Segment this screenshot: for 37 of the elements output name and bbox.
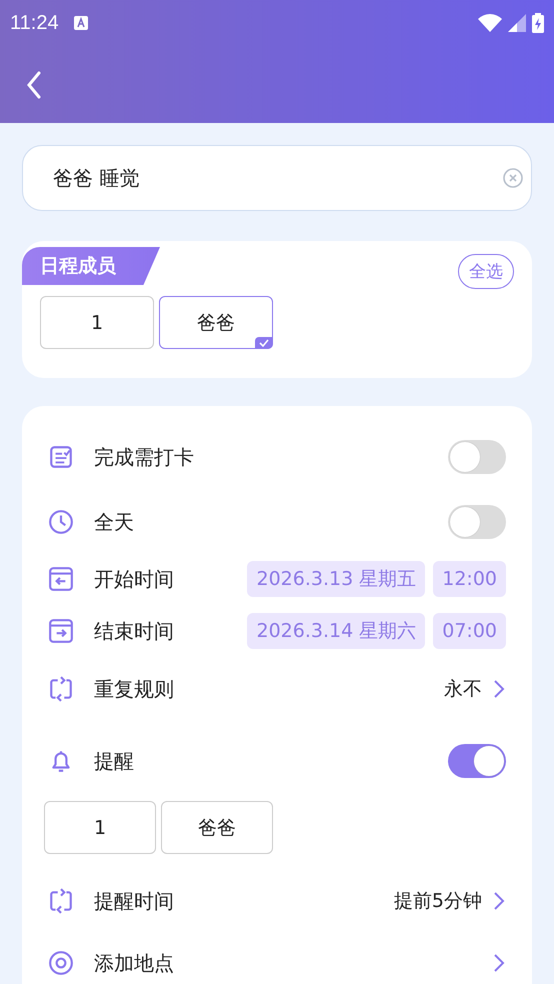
setting-label: 完成需打卡 xyxy=(94,444,194,470)
repeat-icon xyxy=(48,676,74,702)
toggle-switch[interactable] xyxy=(448,744,506,778)
member-chip[interactable]: 爸爸 xyxy=(161,801,273,854)
setting-label: 开始时间 xyxy=(94,566,174,592)
member-chip[interactable]: 1 xyxy=(40,296,154,349)
value-link[interactable] xyxy=(492,953,506,973)
toggle-switch[interactable] xyxy=(448,505,506,539)
check-icon xyxy=(255,337,273,349)
calendar-icon xyxy=(48,566,74,592)
setting-label: 添加地点 xyxy=(94,950,174,976)
section-tab-label: 日程成员 xyxy=(22,247,160,285)
checklist-icon xyxy=(48,444,74,470)
setting-label: 重复规则 xyxy=(94,676,174,702)
clear-icon[interactable] xyxy=(502,167,524,189)
repeat-icon xyxy=(48,888,74,914)
calendar-icon xyxy=(48,618,74,644)
status-time: 11:24 xyxy=(10,12,59,34)
chevron-icon xyxy=(492,679,506,699)
setting-label: 提醒时间 xyxy=(94,888,174,914)
battery-icon xyxy=(532,13,544,33)
title-field[interactable]: 爸爸 睡觉 xyxy=(22,145,532,211)
value-link[interactable]: 永不 xyxy=(444,676,506,702)
setting-label: 结束时间 xyxy=(94,618,174,644)
keyboard-icon xyxy=(72,15,89,31)
member-chip[interactable]: 爸爸 xyxy=(159,296,273,349)
setting-label: 全天 xyxy=(94,508,134,536)
member-chip[interactable]: 1 xyxy=(44,801,156,854)
wifi-icon xyxy=(478,14,502,32)
chevron-icon xyxy=(492,953,506,973)
value-link[interactable]: 提前5分钟 xyxy=(394,888,506,914)
location-icon xyxy=(48,950,74,976)
chevron-icon xyxy=(492,891,506,911)
setting-label: 提醒 xyxy=(94,748,134,774)
signal-icon xyxy=(508,14,526,32)
clock-icon xyxy=(48,509,74,535)
toggle-switch[interactable] xyxy=(448,440,506,474)
